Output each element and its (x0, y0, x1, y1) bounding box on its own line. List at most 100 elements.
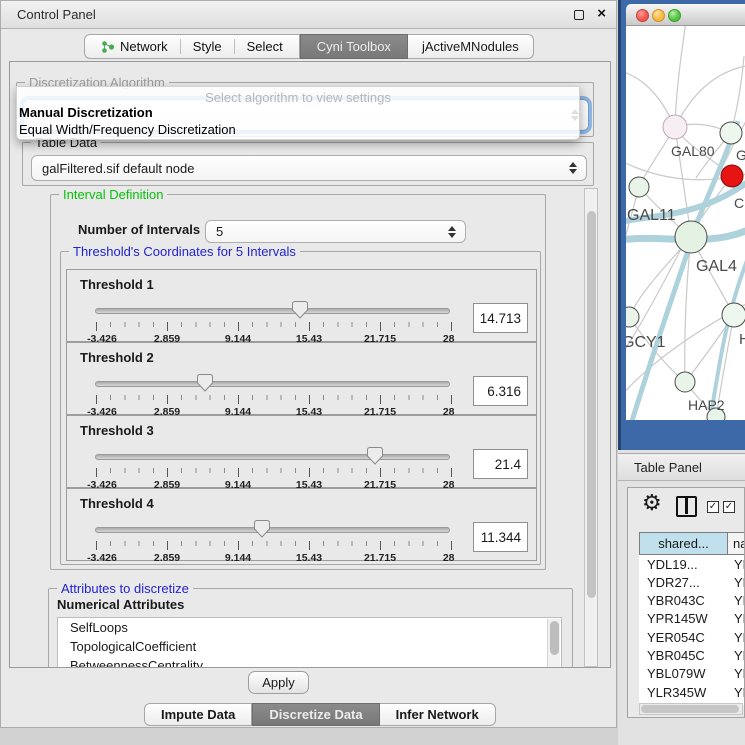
table-row[interactable]: YBL079WYBL0 (639, 665, 745, 683)
dropdown-option-manual[interactable]: Manual Discretization (17, 105, 579, 122)
list-item[interactable]: SelfLoops (58, 618, 561, 637)
network-node[interactable] (721, 165, 743, 187)
table-header-row: shared... na (639, 532, 745, 555)
column-header-name[interactable]: na (728, 532, 745, 555)
slider-track[interactable] (95, 308, 450, 314)
node-label: C (734, 195, 744, 211)
table-panel-titlebar[interactable]: Table Panel (618, 453, 745, 481)
slider-track[interactable] (95, 527, 450, 533)
threshold-3-value-field[interactable]: 21.4 (473, 449, 528, 479)
close-icon[interactable]: × (597, 5, 606, 22)
list-item[interactable]: BetweennessCentrality (58, 656, 561, 668)
tab-cyni-toolbox[interactable]: Cyni Toolbox (300, 34, 408, 59)
network-node[interactable] (629, 177, 649, 197)
slider-track[interactable] (95, 381, 450, 387)
table-panel: ⚙ ✓ ✓ shared... na YDL19...YDL1 YDR27...… (627, 487, 745, 718)
slider-thumb-icon[interactable] (254, 520, 270, 538)
network-edge[interactable] (632, 239, 692, 420)
table-row[interactable]: YPR145WYPR1 (639, 610, 745, 628)
group-title: Threshold's Coordinates for 5 Intervals (69, 244, 300, 259)
threshold-2-value-field[interactable]: 6.316 (473, 376, 528, 406)
threshold-2-panel: Threshold 2 -3.4262.8599.144 15.4321.715… (66, 342, 537, 415)
slider-track[interactable] (95, 454, 450, 460)
node-label: GA (736, 147, 745, 163)
number-of-intervals-label: Number of Intervals (78, 222, 200, 237)
combo-arrows-icon (448, 226, 456, 238)
threshold-2-slider[interactable]: -3.4262.8599.144 15.4321.71528 (95, 373, 452, 413)
table-row[interactable]: YLR345WYLR3 (639, 683, 745, 701)
split-column-icon[interactable] (676, 496, 697, 517)
tab-discretize-data[interactable]: Discretize Data (252, 703, 379, 726)
table-horizontal-scrollbar[interactable] (639, 703, 743, 715)
node-label: GAL11 (627, 207, 676, 224)
tab-network[interactable]: Network (89, 39, 180, 54)
control-panel-titlebar[interactable]: Control Panel × (1, 1, 616, 29)
numerical-attributes-label: Numerical Attributes (57, 597, 184, 612)
scrollbar-thumb[interactable] (641, 705, 739, 713)
dropdown-placeholder: Select algorithm to view settings (17, 87, 579, 105)
thresholds-group: Threshold's Coordinates for 5 Intervals … (60, 251, 541, 565)
network-node[interactable] (675, 221, 707, 253)
node-label: HAP2 (688, 397, 725, 413)
column-header-shared-name[interactable]: shared... (639, 532, 728, 555)
table-row[interactable]: YDL19...YDL1 (639, 555, 745, 573)
attributes-group: Attributes to discretize Numerical Attri… (48, 588, 573, 668)
zoom-traffic-light-icon[interactable] (668, 9, 681, 22)
table-row[interactable]: YBR043CYBR0 (639, 592, 745, 610)
network-node[interactable] (626, 307, 639, 327)
threshold-1-slider[interactable]: -3.4262.8599.144 15.4321.71528 (95, 300, 452, 340)
network-node[interactable] (720, 122, 742, 144)
table-data-combo[interactable]: galFiltered.sif default node (31, 155, 587, 181)
slider-thumb-icon[interactable] (292, 301, 308, 319)
network-node[interactable] (722, 303, 745, 327)
table-row[interactable]: YBR045CYBR0 (639, 646, 745, 664)
interval-definition-group: Interval Definition Number of Intervals … (50, 194, 546, 570)
checkbox-icon[interactable]: ✓ (723, 501, 735, 513)
threshold-label: Threshold 1 (80, 277, 154, 292)
tab-impute-data[interactable]: Impute Data (144, 703, 252, 726)
dropdown-option-equal-width[interactable]: Equal Width/Frequency Discretization (17, 122, 579, 139)
threshold-label: Threshold 3 (80, 423, 154, 438)
group-title: Attributes to discretize (57, 581, 193, 596)
tab-select[interactable]: Select (235, 39, 295, 54)
window-title: Control Panel (17, 7, 96, 22)
panel-scrollbar[interactable] (584, 188, 598, 667)
network-canvas[interactable]: GAL80GACGAL11GAL4GCY1HHAP2 (626, 26, 745, 420)
slider-thumb-icon[interactable] (367, 447, 383, 465)
float-window-icon[interactable] (574, 10, 584, 20)
node-label: H (739, 331, 745, 348)
network-node[interactable] (675, 372, 695, 392)
threshold-4-slider[interactable]: -3.4262.8599.144 15.4321.71528 (95, 519, 452, 559)
screen: Control Panel × Network Style (0, 0, 745, 745)
group-title: Interval Definition (59, 187, 167, 202)
tab-style[interactable]: Style (181, 39, 234, 54)
numerical-attributes-list[interactable]: SelfLoops TopologicalCoefficient Between… (57, 617, 562, 668)
network-node[interactable] (663, 115, 687, 139)
tab-infer-network[interactable]: Infer Network (380, 703, 496, 726)
threshold-1-panel: Threshold 1 -3.4262.8599.144 15.4321.715… (66, 269, 537, 342)
table-row[interactable]: YDR27...YDR2 (639, 573, 745, 591)
threshold-4-panel: Threshold 4 -3.4262.8599.144 15.4321.715… (66, 488, 537, 561)
scrollbar-thumb[interactable] (587, 211, 596, 598)
list-item[interactable]: TopologicalCoefficient (58, 637, 561, 656)
threshold-3-slider[interactable]: -3.4262.8599.144 15.4321.71528 (95, 446, 452, 486)
tab-jactivemnodules[interactable]: jActiveMNodules (408, 34, 534, 59)
network-window-titlebar[interactable] (626, 4, 745, 26)
checkbox-icon[interactable]: ✓ (707, 501, 719, 513)
apply-button[interactable]: Apply (248, 671, 309, 694)
table-data-group: Table Data galFiltered.sif default node (22, 142, 594, 186)
network-graph[interactable]: GAL80GACGAL11GAL4GCY1HHAP2 (626, 26, 745, 420)
close-traffic-light-icon[interactable] (636, 9, 649, 22)
list-scrollbar[interactable] (547, 619, 560, 668)
threshold-4-value-field[interactable]: 11.344 (473, 522, 528, 552)
table-row[interactable]: YER054CYER0 (639, 628, 745, 646)
table-panel-title: Table Panel (634, 460, 702, 475)
number-of-intervals-combo[interactable]: 5 (205, 220, 466, 243)
threshold-1-value-field[interactable]: 14.713 (473, 303, 528, 333)
cyni-toolbox-panel: Discretization Algorithm Select algorith… (9, 61, 611, 668)
slider-thumb-icon[interactable] (197, 374, 213, 392)
node-label: GAL80 (671, 143, 715, 159)
control-panel-window: Control Panel × Network Style (0, 0, 617, 728)
minimize-traffic-light-icon[interactable] (652, 9, 665, 22)
gear-icon[interactable]: ⚙ (642, 490, 662, 516)
